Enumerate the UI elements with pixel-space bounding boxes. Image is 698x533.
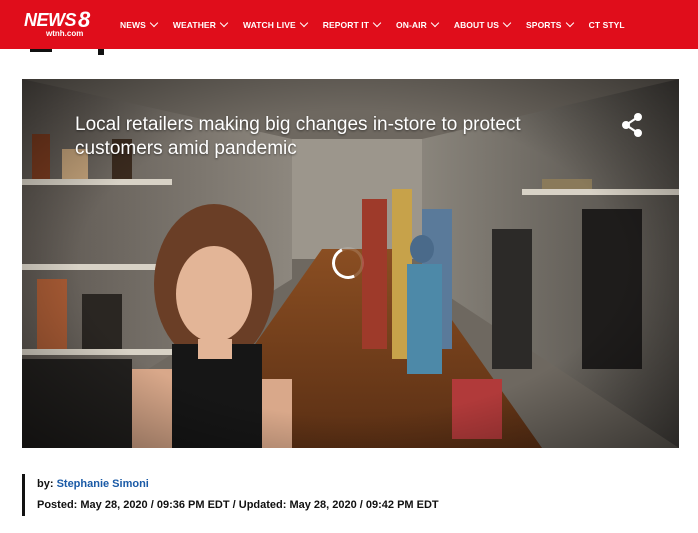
nav-item-watch-live[interactable]: WATCH LIVE xyxy=(242,18,308,30)
nav-label: WATCH LIVE xyxy=(242,19,296,30)
news8-logo[interactable]: NEWS 8 wtnh.com xyxy=(24,7,96,39)
nav-item-on-air[interactable]: ON-AIR xyxy=(396,18,440,30)
chevron-down-icon xyxy=(430,18,440,28)
hero-video-player[interactable]: Local retailers making big changes in-st… xyxy=(22,79,679,448)
by-prefix: by: xyxy=(37,478,54,490)
posted-timestamp: Posted: May 28, 2020 / 09:36 PM EDT / Up… xyxy=(37,499,439,511)
nav-label: WEATHER xyxy=(172,19,216,30)
author-row: by: Stephanie Simoni xyxy=(37,476,439,492)
nav-label: REPORT IT xyxy=(322,19,369,30)
logo-number: 8 xyxy=(78,7,91,32)
top-nav-bar: NEWS 8 wtnh.com NEWS WEATHER WATCH LIVE … xyxy=(0,0,698,49)
video-title[interactable]: Local retailers making big changes in-st… xyxy=(75,113,575,161)
article-byline: by: Stephanie Simoni Posted: May 28, 202… xyxy=(22,474,439,516)
chevron-down-icon xyxy=(219,18,229,28)
share-icon[interactable] xyxy=(620,112,644,138)
chevron-down-icon xyxy=(299,18,308,28)
nav-label: NEWS xyxy=(120,19,146,30)
nav-item-about-us[interactable]: ABOUT US xyxy=(453,18,512,30)
nav-label: SPORTS xyxy=(526,19,562,30)
nav-item-sports[interactable]: SPORTS xyxy=(526,18,574,30)
chevron-down-icon xyxy=(372,18,382,28)
nav-label: CT STYL xyxy=(588,19,625,30)
chevron-down-icon xyxy=(502,18,512,28)
nav-item-news[interactable]: NEWS xyxy=(120,18,159,30)
headline-clipped-fragment xyxy=(98,49,104,55)
headline-clipped-fragment xyxy=(30,49,52,52)
nav-item-report-it[interactable]: REPORT IT xyxy=(322,18,382,30)
logo-word: NEWS xyxy=(24,10,77,30)
nav-label: ABOUT US xyxy=(453,19,500,30)
logo-subtext: wtnh.com xyxy=(46,29,84,38)
main-nav: NEWS WEATHER WATCH LIVE REPORT IT ON-AIR… xyxy=(120,0,625,49)
chevron-down-icon xyxy=(565,18,574,28)
nav-item-ct-style[interactable]: CT STYL xyxy=(589,20,625,30)
chevron-down-icon xyxy=(149,18,159,28)
nav-item-weather[interactable]: WEATHER xyxy=(172,18,229,30)
nav-label: ON-AIR xyxy=(396,19,427,30)
author-link[interactable]: Stephanie Simoni xyxy=(57,478,149,490)
